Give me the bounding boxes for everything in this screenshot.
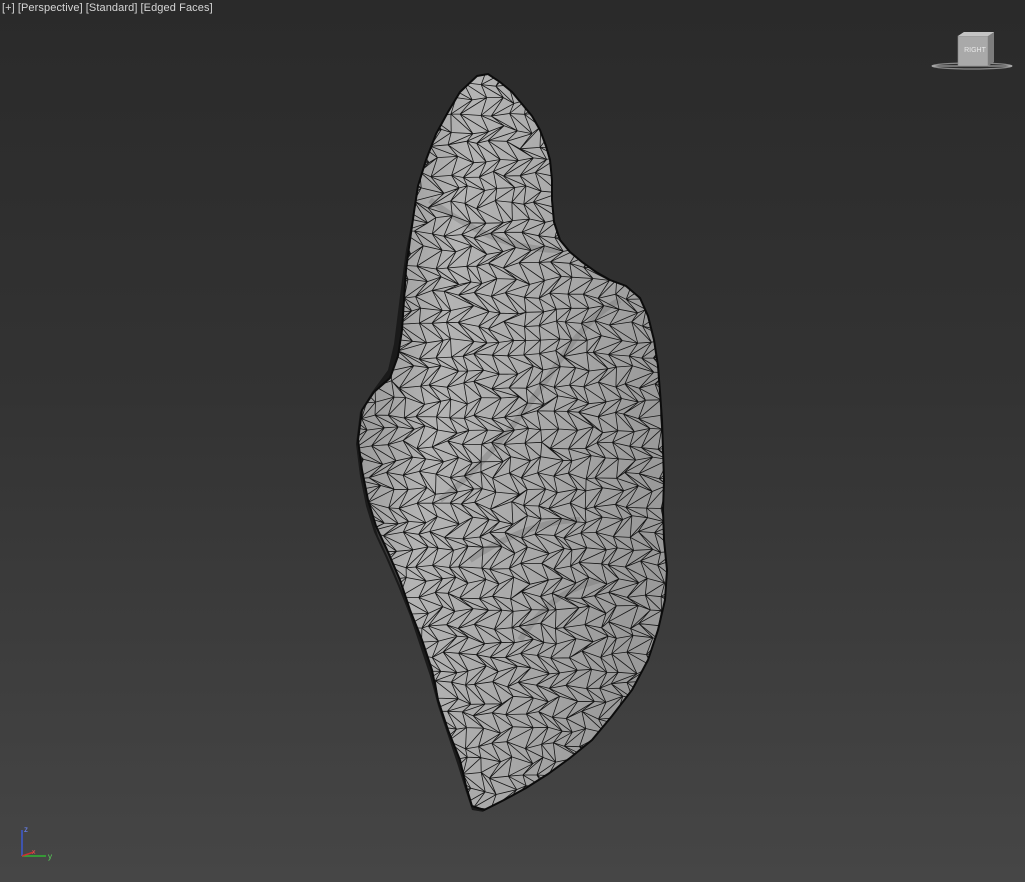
- axis-x-label: x: [32, 849, 36, 856]
- axis-tripod-icon: z y x: [21, 825, 52, 861]
- viewcube-icon[interactable]: RIGHT: [930, 30, 1014, 74]
- axis-y-label: y: [48, 852, 52, 861]
- viewcube[interactable]: RIGHT: [930, 30, 1014, 74]
- axis-tripod: z y x: [14, 824, 60, 864]
- rock-mesh[interactable]: [0, 0, 1025, 882]
- axis-z-label: z: [24, 825, 28, 834]
- viewcube-face-label: RIGHT: [964, 47, 987, 54]
- perspective-viewport[interactable]: [+] [Perspective] [Standard] [Edged Faces]: [0, 0, 1025, 882]
